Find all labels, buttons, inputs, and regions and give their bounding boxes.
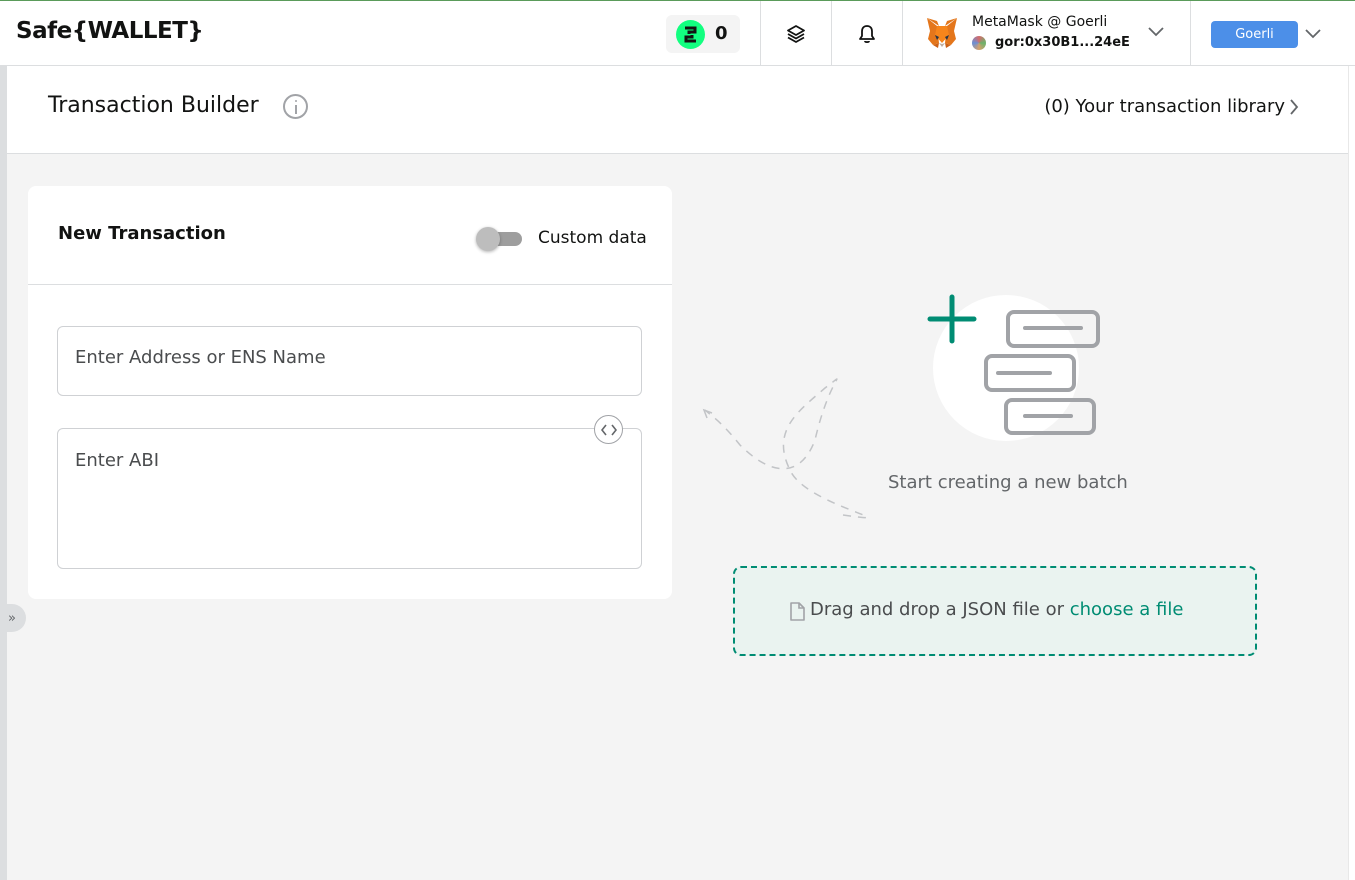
top-header: Safe{WALLET} 0 MetaMask @ Goerli gor:0x3… <box>0 0 1355 66</box>
safe-wallet-logo[interactable]: Safe{WALLET} <box>16 18 204 44</box>
new-transaction-card: New Transaction Custom data <box>28 186 672 599</box>
sidebar-expand-button[interactable]: » <box>0 604 26 632</box>
safe-token-count: 0 <box>715 23 728 44</box>
notifications-button[interactable] <box>831 1 902 66</box>
chevron-right-icon[interactable] <box>1289 99 1299 115</box>
transaction-library-link[interactable]: (0) Your transaction library <box>1044 96 1285 117</box>
abi-field[interactable] <box>57 428 642 569</box>
json-dropzone[interactable]: Drag and drop a JSON file or choose a fi… <box>733 566 1257 656</box>
double-chevron-right-icon: » <box>8 610 16 626</box>
dropzone-instruction: Drag and drop a JSON file or <box>810 599 1070 620</box>
sidebar-collapsed-strip <box>0 66 7 880</box>
new-batch-illustration <box>702 294 1100 519</box>
app-titlebar: Transaction Builder (0) Your transaction… <box>7 66 1348 154</box>
network-badge[interactable]: Goerli <box>1211 21 1298 48</box>
abi-input[interactable] <box>75 450 624 550</box>
toggle-knob <box>476 227 500 251</box>
network-selector[interactable]: Goerli <box>1190 1 1355 66</box>
info-icon[interactable] <box>283 94 308 119</box>
custom-data-toggle[interactable] <box>476 227 523 251</box>
wallet-name: MetaMask @ Goerli <box>972 14 1108 30</box>
file-icon <box>790 602 805 621</box>
divider <box>28 284 672 285</box>
batch-button[interactable] <box>760 1 831 66</box>
chevron-down-icon <box>1148 27 1164 37</box>
code-icon <box>600 424 617 435</box>
safe-token-widget[interactable]: 0 <box>666 15 740 53</box>
card-title: New Transaction <box>58 223 226 244</box>
wallet-identicon <box>972 36 986 50</box>
address-input[interactable] <box>75 347 624 368</box>
empty-state-text: Start creating a new batch <box>888 472 1128 493</box>
choose-file-link[interactable]: choose a file <box>1070 599 1184 620</box>
wallet-account-button[interactable]: MetaMask @ Goerli gor:0x30B1...24eE <box>902 1 1190 66</box>
address-field[interactable] <box>57 326 642 396</box>
scrollbar-track[interactable] <box>1348 66 1355 880</box>
bell-icon <box>859 24 875 43</box>
layers-icon <box>787 24 805 43</box>
metamask-fox-icon <box>927 18 957 48</box>
wallet-address: gor:0x30B1...24eE <box>995 35 1130 50</box>
safe-token-icon <box>676 20 705 49</box>
page-title: Transaction Builder <box>48 93 259 118</box>
custom-data-label: Custom data <box>538 228 647 248</box>
dropzone-text: Drag and drop a JSON file or choose a fi… <box>810 599 1183 620</box>
chevron-down-icon <box>1305 29 1321 39</box>
abi-format-button[interactable] <box>594 415 623 444</box>
